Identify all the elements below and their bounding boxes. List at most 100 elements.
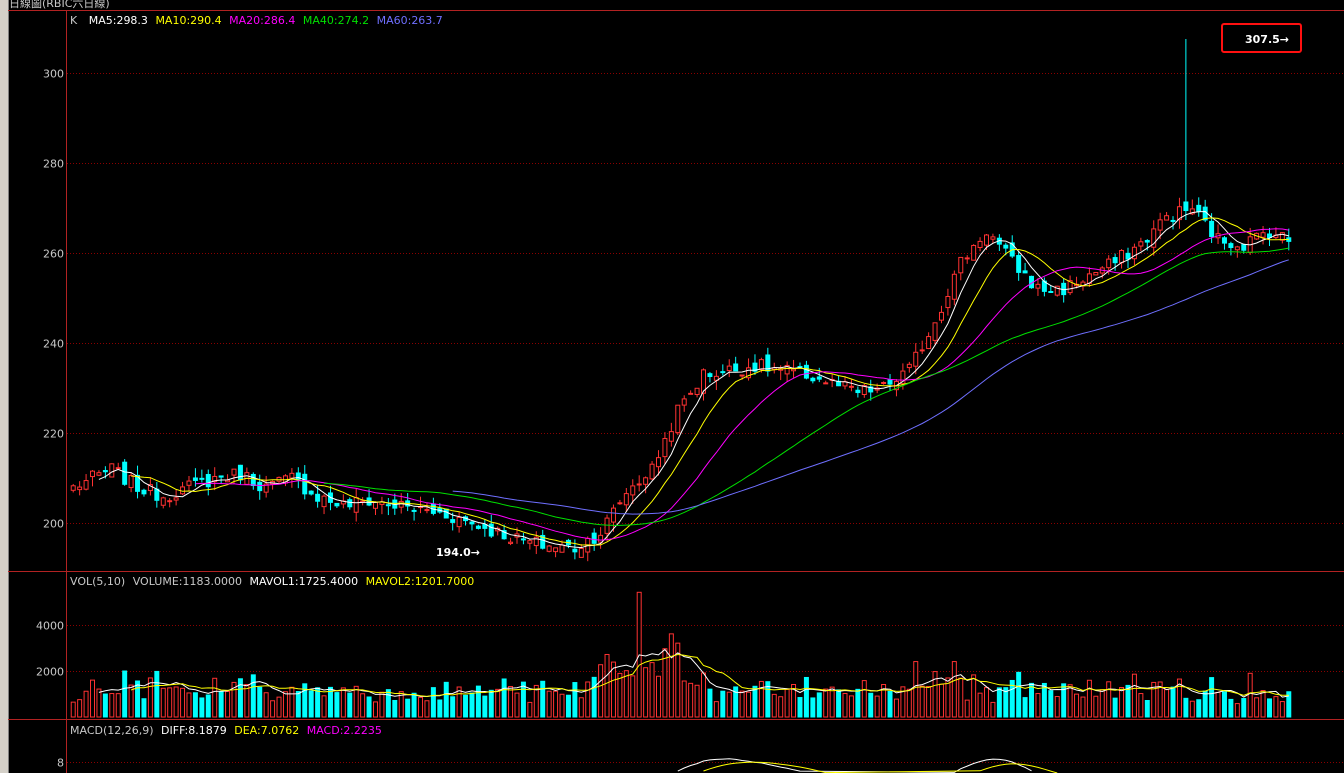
volume-bar xyxy=(1183,697,1189,718)
candle-body xyxy=(424,509,430,512)
volume-bar xyxy=(263,692,269,718)
candle-body xyxy=(1183,201,1189,212)
volume-bar xyxy=(585,681,591,718)
candle-body xyxy=(707,373,713,378)
volume-bar xyxy=(360,693,366,718)
volume-bar xyxy=(836,689,842,718)
volume-bar xyxy=(1048,690,1054,718)
volume-bar xyxy=(681,680,687,718)
volume-bar xyxy=(1086,679,1092,718)
candle-body xyxy=(636,483,642,486)
volume-bar xyxy=(212,677,218,718)
candle-body xyxy=(83,480,89,490)
volume-bar xyxy=(546,690,552,718)
mavol2-legend: MAVOL2:1201.7000 xyxy=(366,575,475,588)
macd-tick-label: 8 xyxy=(57,757,64,770)
volume-bar xyxy=(385,689,391,718)
volume-bar xyxy=(1273,696,1279,718)
candle-body xyxy=(1106,258,1112,269)
volume-bar xyxy=(971,674,977,718)
volume-bar xyxy=(688,682,694,718)
candle-body xyxy=(1093,271,1099,276)
candle-body xyxy=(250,473,256,487)
candle-body xyxy=(308,490,314,495)
volume-bar xyxy=(771,693,777,718)
volume-bar xyxy=(874,695,880,718)
candle-body xyxy=(128,475,134,489)
volume-bar xyxy=(713,701,719,718)
dea-legend: DEA:7.0762 xyxy=(234,724,299,737)
candle-body xyxy=(977,240,983,248)
candle-body xyxy=(726,365,732,372)
volume-bar xyxy=(1119,686,1125,718)
candle-body xyxy=(919,349,925,352)
volume-bar xyxy=(141,698,147,718)
volume-bar xyxy=(315,687,321,718)
candle-body xyxy=(1157,219,1163,231)
candle-body xyxy=(1119,250,1125,264)
candle-body xyxy=(1048,290,1054,293)
candle-body xyxy=(315,493,321,502)
volume-bar xyxy=(861,680,867,718)
volume-bar xyxy=(701,672,707,718)
candle-body xyxy=(1164,215,1170,221)
volume-bar xyxy=(565,694,571,718)
candle-body xyxy=(553,547,559,553)
candle-body xyxy=(257,481,263,492)
volume-bar xyxy=(643,667,649,718)
volume-bar xyxy=(1131,673,1137,718)
volume-bar xyxy=(83,690,89,718)
volume-bar xyxy=(340,687,346,718)
candle-body xyxy=(122,461,128,485)
candle-body xyxy=(971,244,977,261)
candle-body xyxy=(964,257,970,260)
volume-bar xyxy=(115,693,121,718)
volume-bar xyxy=(122,670,128,718)
volume-bar xyxy=(289,686,295,718)
volume-bar xyxy=(1093,695,1099,718)
volume-bar xyxy=(475,685,481,718)
volume-bar xyxy=(553,690,559,718)
candle-body xyxy=(848,385,854,388)
candle-body xyxy=(694,387,700,396)
candle-body xyxy=(96,472,102,476)
candle-body xyxy=(167,500,173,503)
candle-body xyxy=(385,504,391,507)
volume-bar xyxy=(726,691,732,718)
candle-body xyxy=(675,404,681,434)
volume-bar xyxy=(508,685,514,718)
volume-bar xyxy=(559,693,565,718)
candle-body xyxy=(951,273,957,300)
candle-body xyxy=(906,363,912,369)
volume-bar xyxy=(572,682,578,718)
candle-body xyxy=(289,472,295,479)
candle-body xyxy=(205,473,211,488)
candlestick-chart[interactable]: 200 220 240 260 280 300 2000 4000 8 K MA5:298.3 … xyxy=(0,0,1344,773)
candle-body xyxy=(617,502,623,505)
volume-bar xyxy=(1041,682,1047,718)
candle-body xyxy=(913,351,919,367)
volume-bar xyxy=(938,683,944,718)
volume-bar xyxy=(707,688,713,718)
candle-body xyxy=(803,364,809,379)
candle-body xyxy=(154,488,160,501)
volume-bar xyxy=(1221,691,1227,718)
volume-bar xyxy=(218,691,224,718)
volume-bar xyxy=(823,688,829,718)
candle-body xyxy=(334,502,340,507)
volume-bar xyxy=(469,692,475,718)
price-tick-label: 200 xyxy=(43,518,64,531)
volume-bar xyxy=(797,697,803,718)
high-price-label: 307.5→ xyxy=(1245,33,1289,46)
volume-bar xyxy=(135,680,141,718)
volume-bar xyxy=(1035,693,1041,718)
candle-body xyxy=(655,457,661,468)
candle-body xyxy=(1170,219,1176,222)
volume-bar xyxy=(154,670,160,718)
volume-bar xyxy=(990,701,996,718)
volume-bar xyxy=(1254,697,1260,718)
candle-body xyxy=(1260,232,1266,238)
volume-bar xyxy=(225,690,231,718)
volume-bar xyxy=(752,685,758,718)
candles[interactable] xyxy=(70,39,1292,562)
